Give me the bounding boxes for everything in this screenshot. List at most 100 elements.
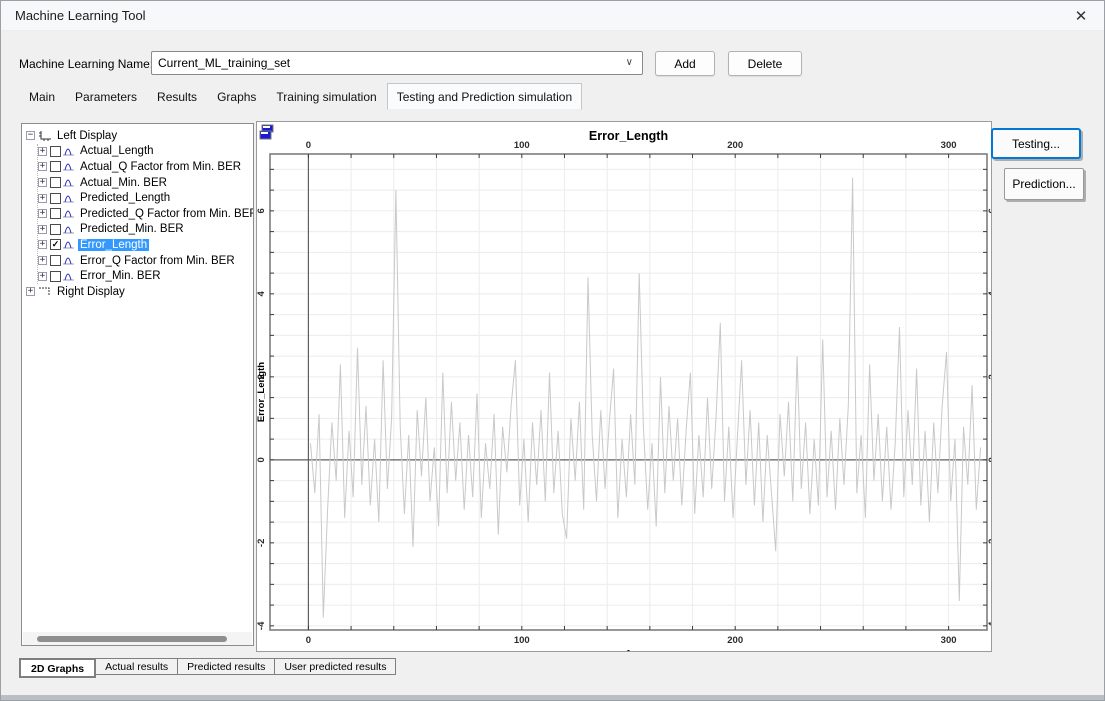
tree-root-right-display[interactable]: + Right Display bbox=[26, 284, 253, 300]
tree-item-label[interactable]: Actual_Length bbox=[78, 145, 156, 157]
svg-text:-2: -2 bbox=[987, 539, 991, 547]
axes-left-holder bbox=[38, 130, 52, 141]
tree-item-label[interactable]: Error_Length bbox=[78, 239, 149, 251]
tree-item-actual-length[interactable]: + Actual_Length bbox=[38, 144, 253, 160]
curve-icon bbox=[63, 146, 75, 157]
visibility-checkbox[interactable] bbox=[50, 161, 61, 172]
tab-results[interactable]: Results bbox=[147, 85, 207, 110]
chart-panel: 00100100200200300300-4-4-2-200224466Erro… bbox=[256, 121, 992, 652]
tree-children: + Actual_Length + Actual_Q Factor from Min.… bbox=[37, 144, 253, 284]
testing-button[interactable]: Testing... bbox=[991, 128, 1081, 159]
curve-icon bbox=[63, 255, 75, 266]
tree-item-predicted-q-factor-from-min-ber[interactable]: + Predicted_Q Factor from Min. BER bbox=[38, 206, 253, 222]
expand-icon[interactable]: + bbox=[38, 178, 47, 187]
svg-text:0: 0 bbox=[987, 457, 991, 462]
svg-text:100: 100 bbox=[514, 140, 530, 151]
visibility-checkbox[interactable] bbox=[50, 208, 61, 219]
expand-icon[interactable]: + bbox=[38, 194, 47, 203]
ml-name-combobox[interactable]: Current_ML_training_set ∨ bbox=[151, 51, 643, 75]
curve-icon bbox=[63, 224, 75, 235]
tree-scrollbar-thumb[interactable] bbox=[37, 636, 227, 642]
tree-item-label[interactable]: Actual_Q Factor from Min. BER bbox=[78, 161, 243, 173]
visibility-checkbox[interactable]: ✓ bbox=[50, 239, 61, 250]
delete-button[interactable]: Delete bbox=[728, 51, 802, 76]
curve-icon bbox=[63, 177, 75, 188]
visibility-checkbox[interactable] bbox=[50, 146, 61, 157]
error-length-plot-area[interactable]: 00100100200200300300-4-4-2-200224466Erro… bbox=[257, 122, 991, 651]
axes-right-holder bbox=[38, 286, 52, 297]
tree-item-error-min-ber[interactable]: + Error_Min. BER bbox=[38, 268, 253, 284]
tab-strip: MainParametersResultsGraphsTraining simu… bbox=[19, 85, 582, 110]
svg-text:-4: -4 bbox=[257, 621, 267, 630]
svg-text:4: 4 bbox=[257, 291, 267, 297]
tree-item-label[interactable]: Error_Min. BER bbox=[78, 270, 163, 282]
tree-item-label[interactable]: Predicted_Min. BER bbox=[78, 223, 186, 235]
svg-text:6: 6 bbox=[257, 208, 267, 213]
visibility-checkbox[interactable] bbox=[50, 255, 61, 266]
tab-main[interactable]: Main bbox=[19, 85, 65, 110]
prediction-button[interactable]: Prediction... bbox=[1004, 168, 1084, 200]
visibility-checkbox[interactable] bbox=[50, 271, 61, 282]
tab-graphs[interactable]: Graphs bbox=[207, 85, 266, 110]
expand-icon[interactable]: + bbox=[38, 147, 47, 156]
bottom-tab-actual-results[interactable]: Actual results bbox=[95, 658, 178, 675]
title-bar: Machine Learning Tool ✕ bbox=[1, 1, 1104, 31]
tree-root-left-display[interactable]: − Left Display bbox=[26, 128, 253, 144]
tree-item-actual-q-factor-from-min-ber[interactable]: + Actual_Q Factor from Min. BER bbox=[38, 159, 253, 175]
visibility-checkbox[interactable] bbox=[50, 224, 61, 235]
svg-text:Error_Length: Error_Length bbox=[589, 129, 668, 143]
tree-item-label[interactable]: Predicted_Q Factor from Min. BER bbox=[78, 208, 254, 220]
svg-text:300: 300 bbox=[941, 140, 957, 151]
add-button[interactable]: Add bbox=[655, 51, 715, 76]
svg-text:Error_Length: Error_Length bbox=[257, 362, 267, 422]
axes-left-icon bbox=[38, 130, 52, 141]
axes-right-icon bbox=[38, 286, 52, 297]
tab-testing-and-prediction-simulation[interactable]: Testing and Prediction simulation bbox=[387, 83, 582, 110]
bottom-tab-strip: 2D GraphsActual resultsPredicted results… bbox=[19, 658, 396, 678]
curve-icon bbox=[63, 193, 75, 204]
ml-name-combobox-value: Current_ML_training_set bbox=[158, 56, 290, 70]
curve-icon-holder bbox=[63, 146, 75, 157]
chevron-down-icon: ∨ bbox=[626, 57, 633, 68]
curve-icon-holder bbox=[63, 255, 75, 266]
tree-item-label[interactable]: Predicted_Length bbox=[78, 192, 172, 204]
expand-icon[interactable]: + bbox=[38, 272, 47, 281]
close-icon[interactable]: ✕ bbox=[1058, 1, 1104, 31]
visibility-checkbox[interactable] bbox=[50, 193, 61, 204]
curve-icon-holder bbox=[63, 177, 75, 188]
curve-icon-holder bbox=[63, 161, 75, 172]
bottom-tab-2d-graphs[interactable]: 2D Graphs bbox=[19, 658, 96, 678]
expand-icon[interactable]: + bbox=[38, 256, 47, 265]
collapse-icon[interactable]: − bbox=[26, 131, 35, 140]
expand-icon[interactable]: + bbox=[26, 287, 35, 296]
tab-training-simulation[interactable]: Training simulation bbox=[266, 85, 386, 110]
svg-text:-4: -4 bbox=[987, 621, 991, 630]
curve-icon-holder bbox=[63, 239, 75, 250]
expand-icon[interactable]: + bbox=[38, 209, 47, 218]
bottom-tab-predicted-results[interactable]: Predicted results bbox=[177, 658, 275, 675]
svg-text:4: 4 bbox=[987, 291, 991, 297]
tree-item-predicted-min-ber[interactable]: + Predicted_Min. BER bbox=[38, 222, 253, 238]
visibility-checkbox[interactable] bbox=[50, 177, 61, 188]
svg-text:0: 0 bbox=[306, 635, 311, 646]
tree-item-predicted-length[interactable]: + Predicted_Length bbox=[38, 190, 253, 206]
curve-icon bbox=[63, 208, 75, 219]
curve-icon-holder bbox=[63, 271, 75, 282]
ml-name-label: Machine Learning Name: bbox=[19, 57, 153, 71]
expand-icon[interactable]: + bbox=[38, 240, 47, 249]
tree-item-label[interactable]: Actual_Min. BER bbox=[78, 177, 169, 189]
expand-icon[interactable]: + bbox=[38, 162, 47, 171]
tree-item-error-length[interactable]: +✓ Error_Length bbox=[38, 237, 253, 253]
tree-root-label[interactable]: Left Display bbox=[55, 130, 119, 142]
tree-item-error-q-factor-from-min-ber[interactable]: + Error_Q Factor from Min. BER bbox=[38, 253, 253, 269]
tree-root-label[interactable]: Right Display bbox=[55, 286, 127, 298]
expand-icon[interactable]: + bbox=[38, 225, 47, 234]
tree-item-label[interactable]: Error_Q Factor from Min. BER bbox=[78, 255, 237, 267]
svg-text:0: 0 bbox=[306, 140, 311, 151]
svg-text:6: 6 bbox=[987, 208, 991, 213]
tree-item-actual-min-ber[interactable]: + Actual_Min. BER bbox=[38, 175, 253, 191]
bottom-tab-user-predicted-results[interactable]: User predicted results bbox=[274, 658, 396, 675]
display-tree: − Left Display + Actual_Length + Actual_Q Fac… bbox=[22, 124, 253, 300]
tab-parameters[interactable]: Parameters bbox=[65, 85, 147, 110]
tree-horizontal-scrollbar[interactable] bbox=[23, 632, 252, 645]
